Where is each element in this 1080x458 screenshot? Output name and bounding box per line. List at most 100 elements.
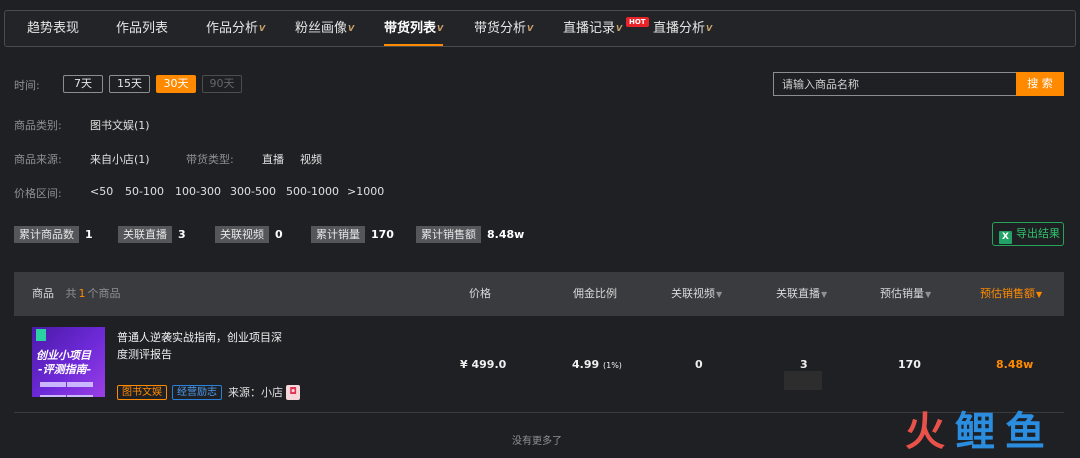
stat-label: 关联直播: [118, 226, 172, 243]
caret-down-icon: ▼: [716, 290, 723, 299]
stat-label: 累计销售额: [416, 226, 481, 243]
tab-goods-analysis[interactable]: 带货分析V: [474, 11, 533, 46]
tab-label: 粉丝画像: [295, 21, 348, 36]
no-more-text: 没有更多了: [512, 436, 562, 447]
source-option-shop[interactable]: 来自小店(1): [90, 151, 150, 167]
category-label: 商品类别:: [14, 119, 62, 132]
search-input[interactable]: [773, 72, 1016, 96]
price-option-gt1000[interactable]: >1000: [347, 185, 384, 198]
stat-value: 0: [275, 228, 283, 241]
cell-est-revenue: 8.48w: [996, 358, 1034, 371]
col-commission: 佣金比例: [573, 287, 617, 300]
source-label: 商品来源:: [14, 153, 62, 166]
tab-label: 直播记录: [563, 21, 616, 36]
export-label: 导出结果: [1016, 227, 1060, 240]
time-30d-button[interactable]: 30天: [156, 75, 196, 93]
commission-value: 4.99: [572, 358, 600, 371]
stat-related-videos: 关联视频 0: [215, 226, 283, 243]
watermark-char: 鱼: [1005, 409, 1045, 455]
time-7d-button[interactable]: 7天: [63, 75, 103, 93]
commission-pct: (1%): [602, 361, 622, 370]
tab-label: 带货列表: [384, 21, 437, 36]
price-option-lt50[interactable]: <50: [90, 185, 113, 198]
thumb-badge-icon: [36, 329, 46, 341]
thumb-decoration: [40, 377, 98, 397]
excel-icon: X: [999, 231, 1012, 244]
vip-icon: V: [706, 24, 713, 33]
type-option-live[interactable]: 直播: [262, 151, 284, 167]
table-row[interactable]: 创业小项目 -评测指南- 普通人逆袭实战指南，创业项目深度测评报告 图书文娱 经…: [14, 316, 1064, 413]
col-videos-label: 关联视频: [671, 287, 715, 300]
table-header: 商品 共 1 个商品 价格 佣金比例 关联视频▼ 关联直播▼ 预估销量▼ 预估销售额…: [14, 272, 1064, 316]
price-option-50-100[interactable]: 50-100: [125, 185, 164, 198]
cell-commission: 4.99 (1%): [572, 316, 622, 414]
col-lives-label: 关联直播: [776, 287, 820, 300]
tab-work-analysis[interactable]: 作品分析V: [206, 11, 265, 46]
watermark-char: 火: [905, 409, 945, 455]
caret-down-icon: ▼: [821, 290, 828, 299]
col-est-revenue-sort[interactable]: 预估销售额▼: [980, 272, 1042, 317]
tab-label: 作品列表: [116, 21, 169, 36]
watermark-char: 鲤: [955, 409, 995, 455]
thumb-text: -评测指南-: [38, 363, 92, 376]
type-option-video[interactable]: 视频: [300, 151, 322, 167]
cell-lives[interactable]: 3: [800, 316, 808, 413]
tab-live-records[interactable]: 直播记录V: [563, 11, 622, 46]
col-est-revenue-label: 预估销售额: [980, 287, 1035, 300]
tag-category: 图书文娱: [117, 385, 167, 400]
stat-total-revenue: 累计销售额 8.48w: [416, 226, 524, 243]
vip-icon: V: [437, 24, 444, 33]
price-option-300-500[interactable]: 300-500: [230, 185, 276, 198]
product-thumbnail[interactable]: 创业小项目 -评测指南-: [32, 327, 105, 397]
category-option-books[interactable]: 图书文娱(1): [90, 117, 150, 133]
tag-subcategory: 经营励志: [172, 385, 222, 400]
col-lives-sort[interactable]: 关联直播▼: [776, 272, 827, 317]
tab-goods-list[interactable]: 带货列表V: [384, 11, 444, 46]
vip-icon: V: [527, 24, 534, 33]
vip-icon: V: [259, 24, 266, 33]
tab-label: 趋势表现: [27, 21, 80, 36]
price-option-500-1000[interactable]: 500-1000: [286, 185, 339, 198]
time-90d-button[interactable]: 90天: [202, 75, 242, 93]
col-product-label: 商品: [32, 287, 54, 300]
hot-badge: HOT: [626, 17, 649, 27]
watermark-logo: 火 鲤 鱼: [905, 410, 1055, 456]
tab-bar: 趋势表现 作品列表 作品分析V 粉丝画像V 带货列表V 带货分析V 直播记录V …: [4, 10, 1076, 47]
tab-live-analysis[interactable]: 直播分析V: [653, 11, 712, 46]
stat-value: 1: [85, 228, 93, 241]
product-source: 来源：小店: [228, 386, 283, 399]
stat-total-goods: 累计商品数 1: [14, 226, 93, 243]
col-price: 价格: [469, 287, 491, 300]
tab-fans[interactable]: 粉丝画像V: [295, 11, 354, 46]
count-suffix: 个商品: [87, 287, 121, 300]
price-option-100-300[interactable]: 100-300: [175, 185, 221, 198]
stat-value: 170: [371, 228, 394, 241]
stat-value: 3: [178, 228, 186, 241]
price-label: 价格区间:: [14, 187, 62, 200]
tab-trend[interactable]: 趋势表现: [27, 11, 79, 46]
search-button[interactable]: 搜 索: [1016, 72, 1064, 96]
cell-price: ¥ 499.0: [460, 358, 507, 371]
stat-label: 关联视频: [215, 226, 269, 243]
tab-label: 作品分析: [206, 21, 259, 36]
tab-label: 带货分析: [474, 21, 527, 36]
caret-down-icon: ▼: [1036, 290, 1043, 299]
count-number: 1: [78, 287, 86, 300]
col-videos-sort[interactable]: 关联视频▼: [671, 272, 722, 317]
time-15d-button[interactable]: 15天: [109, 75, 150, 93]
col-est-sales-label: 预估销量: [880, 287, 924, 300]
stat-label: 累计销量: [311, 226, 365, 243]
vip-icon: V: [348, 24, 355, 33]
count-prefix: 共: [65, 287, 77, 300]
type-label: 带货类型:: [186, 153, 234, 166]
col-product: 商品 共 1 个商品: [32, 272, 121, 316]
tab-works[interactable]: 作品列表: [116, 11, 168, 46]
tab-label: 直播分析: [653, 21, 706, 36]
vip-icon: V: [616, 24, 623, 33]
cell-videos: 0: [695, 358, 703, 371]
col-est-sales-sort[interactable]: 预估销量▼: [880, 272, 931, 317]
stat-total-sales: 累计销量 170: [311, 226, 394, 243]
export-button[interactable]: X 导出结果: [992, 222, 1064, 246]
product-title[interactable]: 普通人逆袭实战指南，创业项目深度测评报告: [117, 329, 287, 363]
shop-icon[interactable]: ◘: [286, 385, 300, 400]
